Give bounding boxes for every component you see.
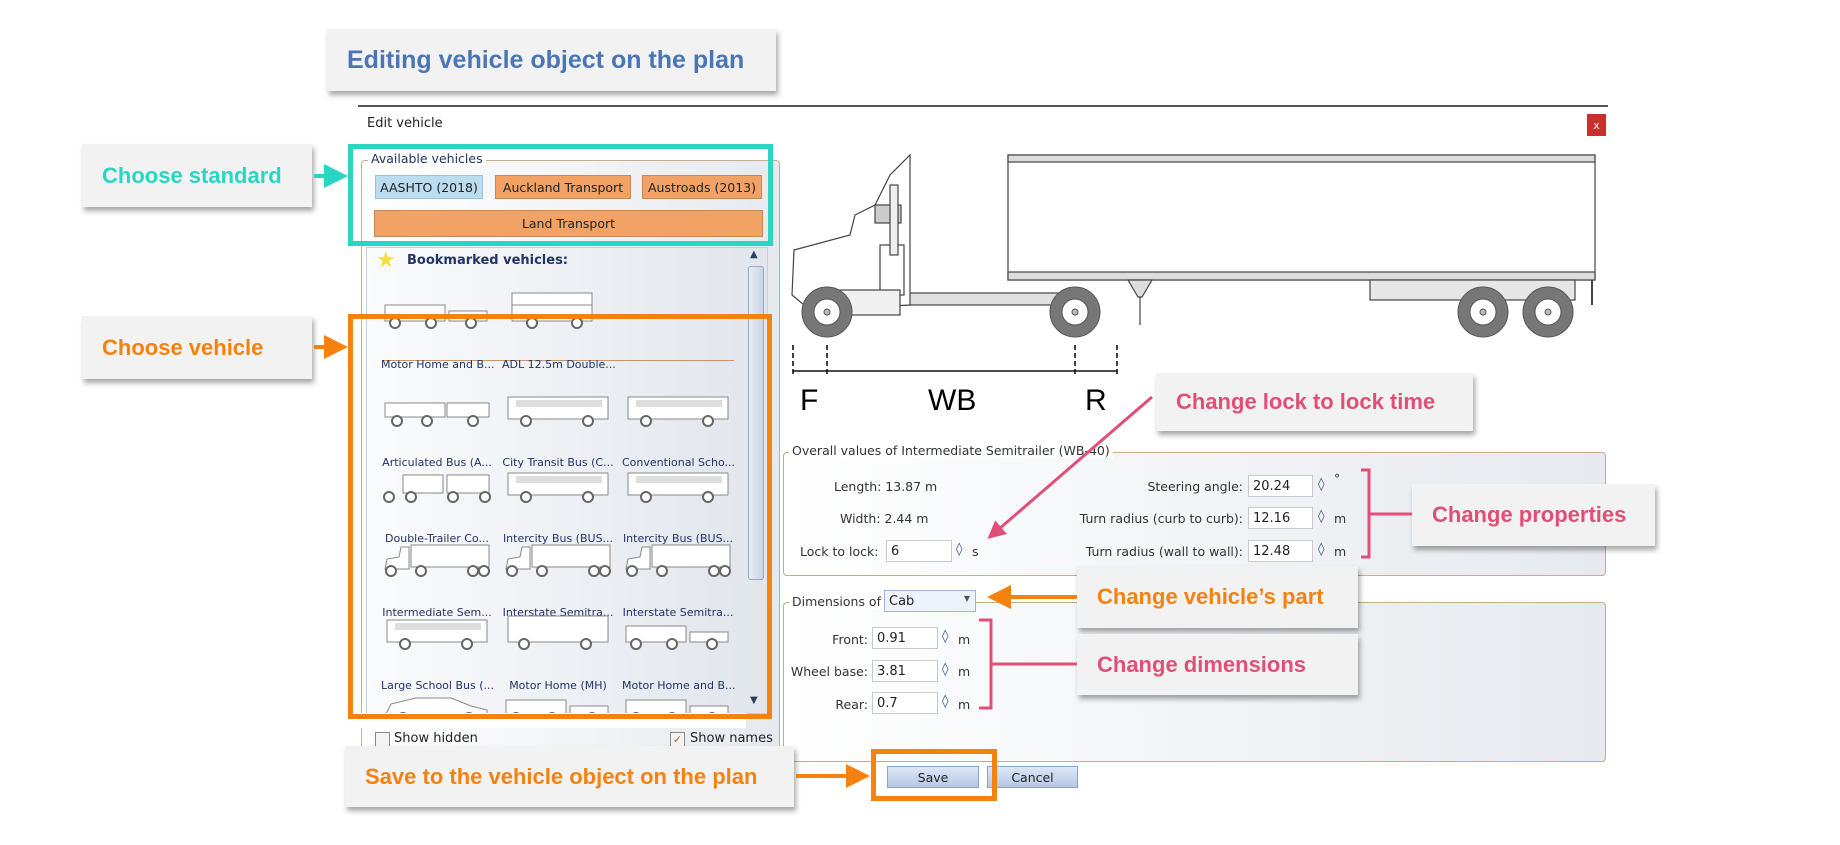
choose-vehicle-callout: Choose vehicle (82, 316, 312, 379)
front-overhang-label: F (800, 384, 818, 417)
show-names-label: Show names (690, 731, 773, 746)
dimension-lines (792, 345, 1118, 375)
star-icon: ★ (376, 248, 396, 273)
save-highlight-box (871, 749, 997, 801)
front-input[interactable]: 0.91 (872, 627, 938, 649)
width-value: Width: 2.44 m (840, 511, 929, 526)
turn-radius-wall-unit: m (1334, 544, 1347, 559)
show-hidden-checkbox[interactable] (375, 732, 390, 747)
rear-label: Rear: (835, 697, 868, 712)
front-label: Front: (832, 632, 868, 647)
dialog-title: Edit vehicle (367, 116, 443, 131)
lock-to-lock-unit: s (972, 544, 979, 559)
turn-radius-wall-label: Turn radius (wall to wall): (1085, 544, 1243, 559)
dimensions-legend: Dimensions of (789, 594, 884, 609)
show-names-checkbox[interactable]: ✓ (670, 732, 685, 747)
turn-radius-wall-input[interactable]: 12.48 (1248, 540, 1313, 562)
turn-radius-curb-unit: m (1334, 511, 1347, 526)
turn-radius-curb-spinner[interactable]: ◊ (1318, 509, 1324, 524)
steering-angle-input[interactable]: 20.24 (1248, 475, 1313, 497)
change-properties-callout: Change properties (1412, 484, 1655, 546)
vehicle-part-select[interactable]: Cab ▼ (884, 590, 976, 612)
change-dimensions-callout: Change dimensions (1077, 634, 1358, 695)
overall-values-legend: Overall values of Intermediate Semitrail… (789, 443, 1113, 458)
change-lock-callout: Change lock to lock time (1156, 373, 1473, 431)
wheelbase-spinner[interactable]: ◊ (942, 662, 948, 677)
turn-radius-curb-input[interactable]: 12.16 (1248, 507, 1313, 529)
length-value: Length: 13.87 m (834, 479, 938, 494)
front-unit: m (958, 632, 971, 647)
rear-input[interactable]: 0.7 (872, 692, 938, 714)
rear-unit: m (958, 697, 971, 712)
wheelbase-input[interactable]: 3.81 (872, 660, 938, 682)
lock-to-lock-label: Lock to lock: (800, 544, 879, 559)
dialog-top-border (358, 105, 1608, 107)
cancel-button[interactable]: Cancel (987, 766, 1078, 788)
rear-spinner[interactable]: ◊ (942, 694, 948, 709)
wheelbase-unit: m (958, 664, 971, 679)
change-part-callout: Change vehicle’s part (1077, 566, 1358, 628)
title-callout: Editing vehicle object on the plan (327, 29, 776, 91)
vehicle-part-value: Cab (889, 594, 915, 609)
lock-to-lock-spinner[interactable]: ◊ (956, 542, 962, 557)
vehicle-highlight-box (348, 314, 772, 719)
steering-angle-unit: ° (1334, 471, 1341, 486)
chevron-down-icon: ▼ (963, 594, 970, 603)
steering-angle-spinner[interactable]: ◊ (1318, 477, 1324, 492)
wheelbase-label-field: Wheel base: (790, 664, 868, 679)
save-callout: Save to the vehicle object on the plan (345, 746, 794, 807)
standard-highlight-box (348, 144, 773, 246)
turn-radius-wall-spinner[interactable]: ◊ (1318, 542, 1324, 557)
turn-radius-curb-label: Turn radius (curb to curb): (1079, 511, 1243, 526)
scroll-up-arrow-icon[interactable]: ▲ (750, 249, 758, 260)
bookmarked-heading: Bookmarked vehicles: (407, 253, 569, 268)
wheelbase-label: WB (928, 384, 976, 417)
close-button[interactable]: x (1587, 114, 1606, 136)
show-hidden-label: Show hidden (394, 731, 478, 746)
lock-to-lock-input[interactable]: 6 (886, 540, 952, 562)
front-spinner[interactable]: ◊ (942, 629, 948, 644)
rear-overhang-label: R (1085, 384, 1107, 417)
choose-standard-callout: Choose standard (82, 144, 312, 207)
steering-angle-label: Steering angle: (1147, 479, 1243, 494)
